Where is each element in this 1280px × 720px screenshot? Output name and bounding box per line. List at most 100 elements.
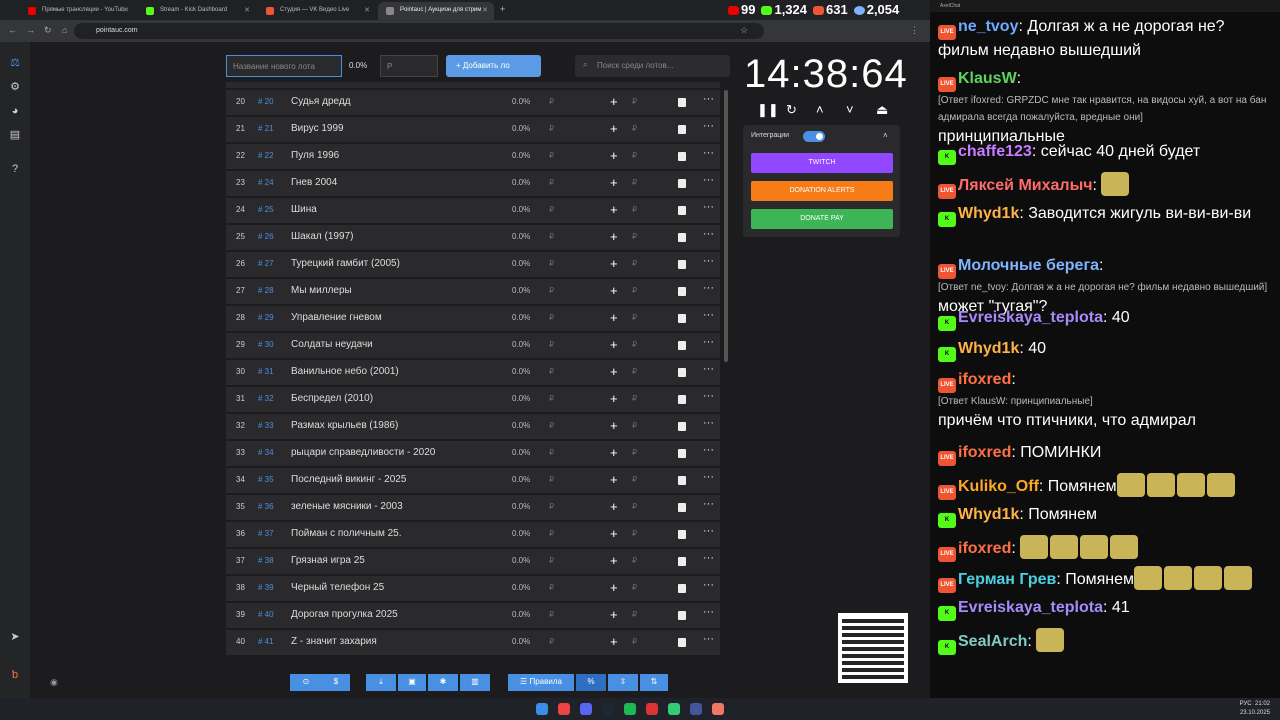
table-row[interactable]: 23 # 24 Гнев 2004 0.0% ₽ + ₽ ··· [226,171,720,196]
chrome-icon[interactable] [558,703,570,715]
lot-add-field[interactable]: ₽ [632,475,637,484]
close-tab-icon[interactable]: ✕ [244,6,250,14]
lot-amount-field[interactable]: ₽ [549,475,554,484]
lot-amount-field[interactable]: ₽ [549,340,554,349]
back-icon[interactable]: ← [8,25,17,35]
add-amount-icon[interactable]: + [610,391,618,406]
more-options-icon[interactable]: ··· [703,471,714,483]
lot-name[interactable]: зеленые мясники - 2003 [291,501,403,512]
add-amount-icon[interactable]: + [610,472,618,487]
download-button[interactable]: ⤓ [366,674,396,691]
trash-icon[interactable] [678,260,686,269]
trash-icon[interactable] [678,476,686,485]
trash-icon[interactable] [678,152,686,161]
home-icon[interactable]: ⌂ [62,25,67,35]
timer-down-icon[interactable]: ˅ [846,102,854,117]
table-row[interactable]: 29 # 30 Солдаты неудачи 0.0% ₽ + ₽ ··· [226,333,720,358]
close-tab-icon[interactable]: ✕ [364,6,370,14]
chat-username[interactable]: SealArch [958,633,1027,650]
chat-username[interactable]: ifoxred [958,540,1011,557]
tab-pointauc[interactable]: Pointauc | Аукцион для стрим ✕ [378,2,494,20]
chat-username[interactable]: ifoxred [958,444,1011,461]
donate-icon[interactable]: ƅ [8,668,22,682]
table-row[interactable]: 40 # 41 Z - значит захария 0.0% ₽ + ₽ ··… [226,630,720,655]
trash-icon[interactable] [678,233,686,242]
lot-add-field[interactable]: ₽ [632,340,637,349]
history-icon[interactable]: ▤ [8,128,22,142]
lot-name[interactable]: Дорогая прогулка 2025 [291,609,398,620]
lot-add-field[interactable]: ₽ [632,637,637,646]
table-row[interactable]: 26 # 27 Турецкий гамбит (2005) 0.0% ₽ + … [226,252,720,277]
lot-amount-field[interactable]: ₽ [549,583,554,592]
lot-name[interactable]: Размах крыльев (1986) [291,420,398,431]
lot-name[interactable]: Солдаты неудачи [291,339,373,350]
more-options-icon[interactable]: ··· [703,390,714,402]
eye-icon[interactable]: ◉ [50,677,58,688]
add-amount-icon[interactable]: + [610,121,618,136]
add-amount-icon[interactable]: + [610,175,618,190]
more-options-icon[interactable]: ··· [703,228,714,240]
more-options-icon[interactable]: ··· [703,147,714,159]
chat-username[interactable]: ne_tvoy [958,18,1018,35]
more-options-icon[interactable]: ··· [703,498,714,510]
add-amount-icon[interactable]: + [610,364,618,379]
chat-username[interactable]: Whyd1k [958,205,1019,222]
percent-mode-button[interactable]: % [576,674,606,691]
more-options-icon[interactable]: ··· [703,93,714,105]
table-row[interactable]: 20 # 20 Судья дредд 0.0% ₽ + ₽ ··· [226,90,720,115]
lot-add-field[interactable]: ₽ [632,313,637,322]
table-row[interactable]: 25 # 26 Шакал (1997) 0.0% ₽ + ₽ ··· [226,225,720,250]
reload-icon[interactable]: ↻ [44,25,52,36]
trash-icon[interactable] [678,530,686,539]
add-amount-icon[interactable]: + [610,445,618,460]
lot-add-field[interactable]: ₽ [632,205,637,214]
add-amount-icon[interactable]: + [610,283,618,298]
browser-menu-icon[interactable]: ⋮ [910,25,919,36]
more-options-icon[interactable]: ··· [703,363,714,375]
table-row[interactable]: 22 # 22 Пуля 1996 0.0% ₽ + ₽ ··· [226,144,720,169]
lot-amount-field[interactable]: ₽ [549,205,554,214]
trash-icon[interactable] [678,314,686,323]
more-options-icon[interactable]: ··· [703,309,714,321]
lot-name[interactable]: рыцари справедливости - 2020 [291,447,435,458]
table-row[interactable]: 34 # 35 Последний викинг - 2025 0.0% ₽ +… [226,468,720,493]
url-field[interactable]: pointauc.com [74,23,764,39]
lot-amount-field[interactable]: ₽ [549,367,554,376]
chat-username[interactable]: Evreiskaya_teplota [958,599,1103,616]
chat-username[interactable]: Герман Грев [958,571,1056,588]
lot-name[interactable]: Z - значит захария [291,636,377,647]
lot-add-field[interactable]: ₽ [632,502,637,511]
table-row[interactable]: 27 # 28 Мы миллеры 0.0% ₽ + ₽ ··· [226,279,720,304]
add-amount-icon[interactable]: + [610,94,618,109]
save-button[interactable]: ▣ [398,674,426,691]
chat-username[interactable]: Whyd1k [958,506,1019,523]
lot-name[interactable]: Судья дредд [291,96,351,107]
table-row[interactable]: 19 # 19 Идиократия 0.0% ₽ + ₽ ··· [226,82,720,88]
lot-add-field[interactable]: ₽ [632,259,637,268]
trash-icon[interactable] [678,368,686,377]
lot-amount-field[interactable]: ₽ [549,232,554,241]
trash-icon[interactable] [678,557,686,566]
lot-amount-field[interactable]: ₽ [549,178,554,187]
lot-amount-field[interactable]: ₽ [549,502,554,511]
twitch-button[interactable]: TWITCH [751,153,893,173]
help-icon[interactable]: ? [8,162,22,176]
lot-name[interactable]: Пойман с поличным 25. [291,528,402,539]
lot-add-field[interactable]: ₽ [632,556,637,565]
lot-add-field[interactable]: ₽ [632,367,637,376]
tab-vk[interactable]: Студия — VK Видео Live ✕ [258,2,376,20]
lot-add-field[interactable]: ₽ [632,394,637,403]
reset-icon[interactable]: ↻ [786,102,797,118]
table-row[interactable]: 37 # 38 Грязная игра 25 0.0% ₽ + ₽ ··· [226,549,720,574]
add-amount-icon[interactable]: + [610,553,618,568]
lot-add-field[interactable]: ₽ [632,421,637,430]
wheel-icon[interactable]: ◕ [8,104,22,118]
lot-name[interactable]: Грязная игра 25 [291,555,365,566]
compact-button[interactable]: ⇳ [608,674,638,691]
tab-youtube[interactable]: Прямые трансляции - YouTub ✕ [20,2,135,20]
chat-username[interactable]: KlausW [958,70,1017,87]
rules-button[interactable]: ☰ Правила [508,674,574,691]
trash-icon[interactable] [678,611,686,620]
lot-name[interactable]: Пуля 1996 [291,150,339,161]
trash-icon[interactable] [678,206,686,215]
